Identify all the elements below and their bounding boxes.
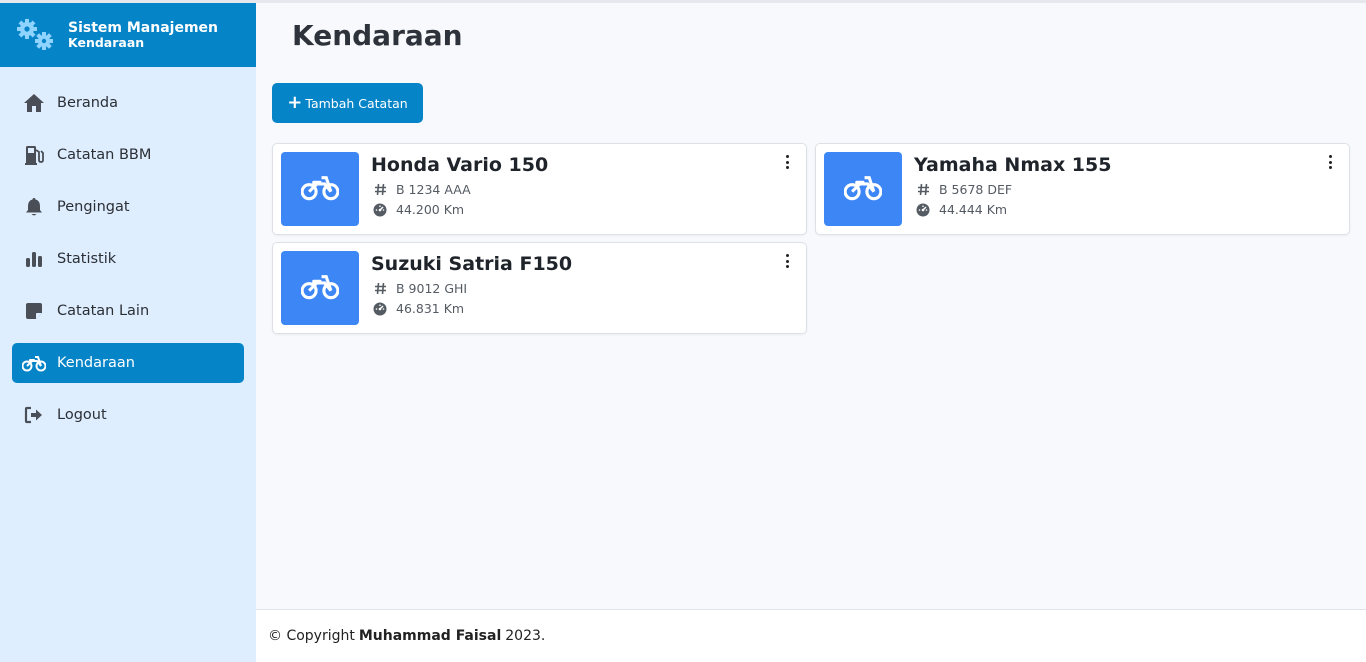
sidebar-item-label: Kendaraan bbox=[57, 355, 135, 371]
sidebar-item-catatan-bbm[interactable]: Catatan BBM bbox=[12, 135, 244, 175]
page-title: Kendaraan bbox=[292, 19, 463, 52]
main-content: Kendaraan + Tambah Catatan Honda Vario 1… bbox=[256, 3, 1366, 609]
hashtag-icon bbox=[373, 282, 387, 296]
motorcycle-icon bbox=[300, 173, 340, 205]
motorcycle-icon bbox=[22, 351, 46, 375]
sidebar-item-pengingat[interactable]: Pengingat bbox=[12, 187, 244, 227]
vehicle-name: Yamaha Nmax 155 bbox=[914, 154, 1112, 176]
footer: © Copyright Muhammad Faisal 2023. bbox=[256, 609, 1366, 662]
vehicle-name: Suzuki Satria F150 bbox=[371, 253, 573, 275]
vehicle-thumbnail bbox=[824, 152, 902, 226]
vehicle-odometer: 44.444 Km bbox=[939, 202, 1008, 217]
kebab-menu-icon[interactable] bbox=[782, 253, 792, 269]
speedometer-icon bbox=[373, 302, 387, 316]
bell-icon bbox=[22, 195, 46, 219]
logout-icon bbox=[22, 403, 46, 427]
vehicle-thumbnail bbox=[281, 251, 359, 325]
motorcycle-icon bbox=[843, 173, 883, 205]
vehicle-odometer-row: 44.444 Km bbox=[916, 202, 1007, 217]
vehicle-plate-row: B 1234 AAA bbox=[373, 182, 471, 197]
vehicle-odometer-row: 46.831 Km bbox=[373, 301, 464, 316]
vehicle-thumbnail bbox=[281, 152, 359, 226]
brand-subtitle: Kendaraan bbox=[68, 34, 145, 50]
vehicle-card[interactable]: Honda Vario 150 B 1234 AAA 44.200 Km bbox=[272, 143, 807, 235]
sidebar-nav: Beranda Catatan BBM Pengingat Statistik … bbox=[0, 83, 256, 435]
kebab-menu-icon[interactable] bbox=[1325, 154, 1335, 170]
kebab-menu-icon[interactable] bbox=[782, 154, 792, 170]
brand-title: Sistem Manajemen bbox=[68, 19, 219, 36]
vehicle-plate: B 1234 AAA bbox=[396, 182, 471, 197]
fuel-pump-icon bbox=[22, 143, 46, 167]
plus-icon: + bbox=[287, 92, 303, 113]
sidebar-item-label: Beranda bbox=[57, 95, 118, 111]
vehicle-card[interactable]: Suzuki Satria F150 B 9012 GHI 46.831 Km bbox=[272, 242, 807, 334]
copyright-prefix: © Copyright bbox=[268, 628, 355, 644]
brand[interactable]: Sistem Manajemen Kendaraan bbox=[0, 3, 256, 67]
vehicle-plate: B 5678 DEF bbox=[939, 182, 1013, 197]
vehicle-plate-row: B 5678 DEF bbox=[916, 182, 1012, 197]
sidebar-item-kendaraan[interactable]: Kendaraan bbox=[12, 343, 244, 383]
speedometer-icon bbox=[373, 203, 387, 217]
sidebar-item-label: Statistik bbox=[57, 251, 117, 267]
add-record-label: Tambah Catatan bbox=[305, 95, 408, 111]
vehicle-odometer-row: 44.200 Km bbox=[373, 202, 464, 217]
home-icon bbox=[22, 91, 46, 115]
vehicle-name: Honda Vario 150 bbox=[371, 154, 549, 176]
hashtag-icon bbox=[373, 183, 387, 197]
sidebar-item-statistik[interactable]: Statistik bbox=[12, 239, 244, 279]
copyright-author: Muhammad Faisal bbox=[358, 628, 502, 644]
sidebar-item-beranda[interactable]: Beranda bbox=[12, 83, 244, 123]
sticky-note-icon bbox=[22, 299, 46, 323]
sidebar-item-label: Catatan Lain bbox=[57, 303, 150, 319]
bar-chart-icon bbox=[22, 247, 46, 271]
sidebar-item-label: Pengingat bbox=[57, 199, 130, 215]
sidebar-item-label: Logout bbox=[57, 407, 107, 423]
vehicle-odometer: 46.831 Km bbox=[396, 301, 465, 316]
hashtag-icon bbox=[916, 183, 930, 197]
sidebar: Sistem Manajemen Kendaraan Beranda Catat… bbox=[0, 3, 256, 662]
sidebar-item-label: Catatan BBM bbox=[57, 147, 152, 163]
motorcycle-icon bbox=[300, 272, 340, 304]
sidebar-item-catatan-lain[interactable]: Catatan Lain bbox=[12, 291, 244, 331]
vehicle-card[interactable]: Yamaha Nmax 155 B 5678 DEF 44.444 Km bbox=[815, 143, 1350, 235]
add-record-button[interactable]: + Tambah Catatan bbox=[272, 83, 423, 123]
vehicle-odometer: 44.200 Km bbox=[396, 202, 465, 217]
vehicle-plate: B 9012 GHI bbox=[396, 281, 468, 296]
copyright-year: 2023. bbox=[505, 628, 546, 644]
sidebar-item-logout[interactable]: Logout bbox=[12, 395, 244, 435]
speedometer-icon bbox=[916, 203, 930, 217]
vehicle-plate-row: B 9012 GHI bbox=[373, 281, 467, 296]
gears-icon bbox=[14, 17, 56, 53]
